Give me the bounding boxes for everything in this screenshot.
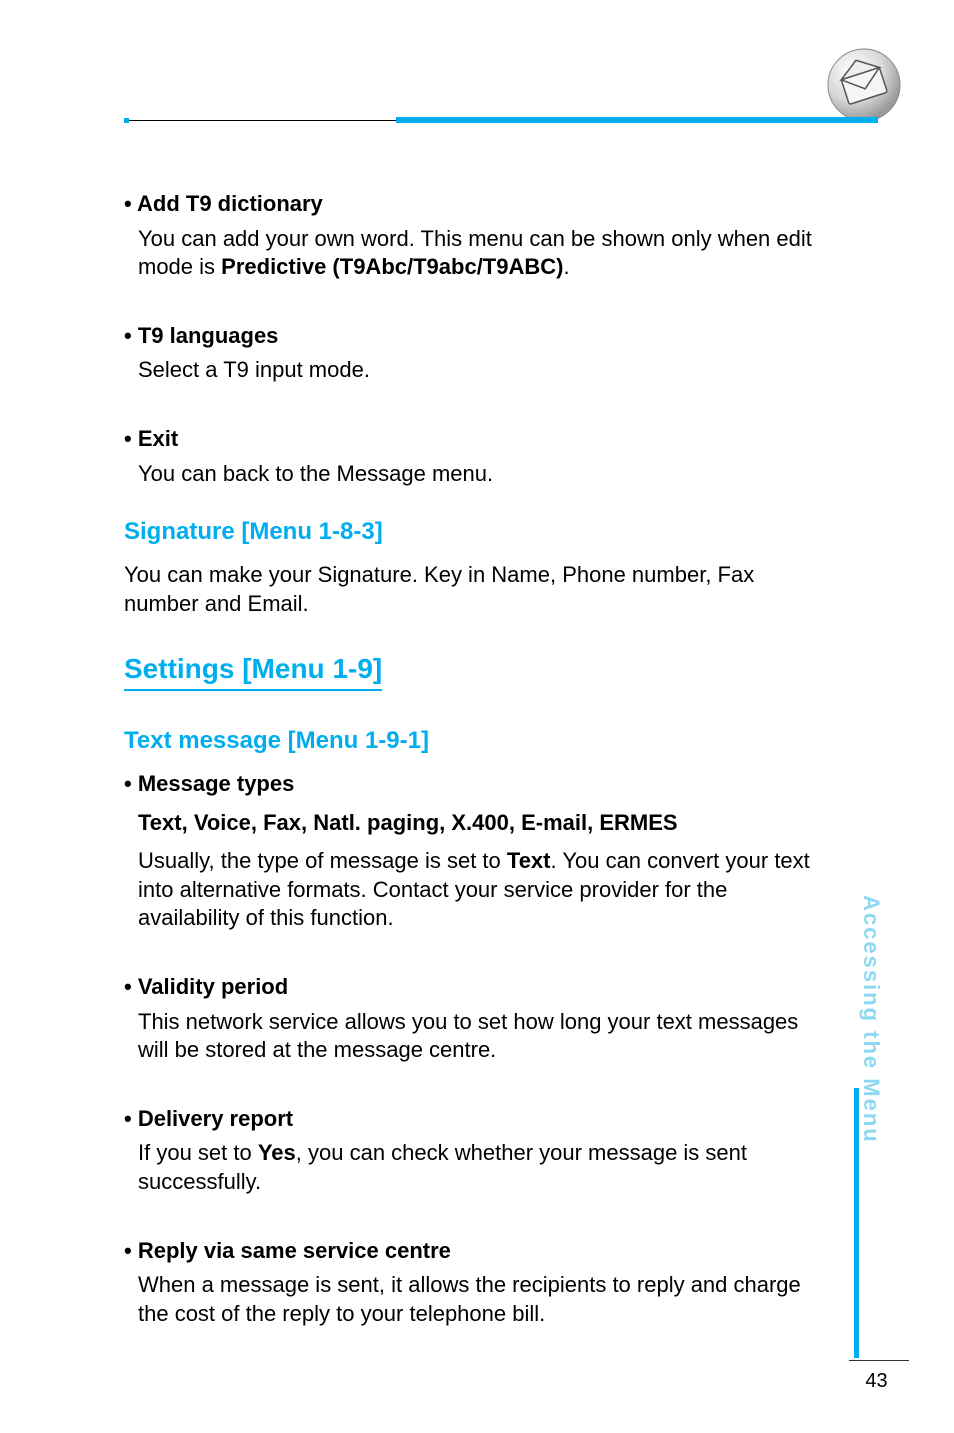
page-header (0, 45, 954, 135)
item-t9-languages: • T9 languages Select a T9 input mode. (124, 322, 824, 385)
side-section-label: Accessing the Menu (858, 895, 884, 1144)
heading-text-message: Text message [Menu 1-9-1] (124, 725, 824, 756)
item-delivery-report: • Delivery report If you set to Yes, you… (124, 1105, 824, 1197)
signature-body: You can make your Signature. Key in Name… (124, 561, 824, 618)
footer-rule-left (849, 1360, 854, 1361)
footer-rule (854, 1360, 909, 1361)
item-body: You can add your own word. This menu can… (138, 225, 824, 282)
item-add-t9-dictionary: • Add T9 dictionary You can add your own… (124, 190, 824, 282)
item-title: • Message types (124, 770, 824, 799)
item-body: When a message is sent, it allows the re… (138, 1271, 824, 1328)
item-body: Usually, the type of message is set to T… (138, 847, 824, 933)
heading-signature: Signature [Menu 1-8-3] (124, 516, 824, 547)
page-content: • Add T9 dictionary You can add your own… (124, 190, 824, 1328)
item-body: Select a T9 input mode. (138, 356, 824, 385)
item-reply-same-centre: • Reply via same service centre When a m… (124, 1237, 824, 1329)
message-types-subhead: Text, Voice, Fax, Natl. paging, X.400, E… (138, 809, 824, 838)
text: . (563, 254, 569, 279)
text-bold: Yes (258, 1140, 296, 1165)
item-title: • Exit (124, 425, 824, 454)
item-title: • Reply via same service centre (124, 1237, 824, 1266)
item-exit: • Exit You can back to the Message menu. (124, 425, 824, 488)
item-message-types: • Message types Text, Voice, Fax, Natl. … (124, 770, 824, 933)
item-body: This network service allows you to set h… (138, 1008, 824, 1065)
footer-bar-vertical (854, 1088, 859, 1358)
envelope-icon (824, 45, 904, 125)
item-title: • Add T9 dictionary (124, 190, 824, 219)
text: Usually, the type of message is set to (138, 848, 507, 873)
heading-settings: Settings [Menu 1-9] (124, 651, 382, 691)
text-bold: Text (507, 848, 551, 873)
header-rule-thick (396, 117, 878, 123)
item-title: • Delivery report (124, 1105, 824, 1134)
item-body: If you set to Yes, you can check whether… (138, 1139, 824, 1196)
text-bold: Predictive (T9Abc/T9abc/T9ABC) (221, 254, 563, 279)
item-body: You can back to the Message menu. (138, 460, 824, 489)
page-footer: 43 (854, 1370, 899, 1393)
page-number: 43 (865, 1370, 887, 1392)
item-title: • T9 languages (124, 322, 824, 351)
item-validity-period: • Validity period This network service a… (124, 973, 824, 1065)
item-title: • Validity period (124, 973, 824, 1002)
header-rule-thin (129, 120, 396, 121)
text: If you set to (138, 1140, 258, 1165)
